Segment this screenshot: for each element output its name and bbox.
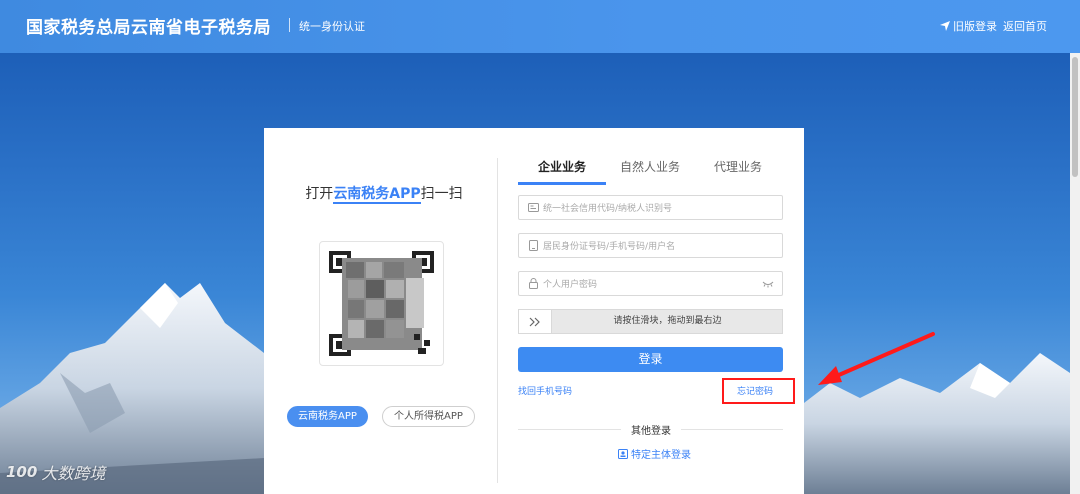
- page-scrollbar[interactable]: [1070, 53, 1080, 494]
- qr-code-image: [326, 248, 437, 359]
- old-login-link[interactable]: 旧版登录: [940, 18, 997, 34]
- site-title: 国家税务总局云南省电子税务局: [26, 18, 271, 38]
- site-subtitle: 统一身份认证: [299, 20, 365, 33]
- title-separator: [289, 18, 290, 32]
- retrieve-phone-link[interactable]: 找回手机号码: [518, 384, 572, 397]
- phone-icon: [529, 240, 538, 251]
- watermark: 100 大数跨境: [6, 460, 105, 484]
- tab-agent[interactable]: 代理业务: [694, 158, 782, 182]
- tab-individual[interactable]: 自然人业务: [606, 158, 694, 182]
- watermark-text: 大数跨境: [41, 464, 106, 483]
- double-chevron-right-icon: [529, 317, 540, 326]
- credit-code-placeholder: 统一社会信用代码/纳税人识别号: [543, 204, 673, 214]
- old-login-label: 旧版登录: [953, 20, 997, 33]
- password-placeholder: 个人用户密码: [543, 280, 598, 290]
- lock-icon: [529, 278, 538, 289]
- other-login-label: 其他登录: [621, 422, 681, 437]
- password-input[interactable]: 个人用户密码: [518, 271, 783, 296]
- personal-tax-app-button[interactable]: 个人所得税APP: [382, 406, 475, 427]
- send-icon: [940, 21, 950, 31]
- scan-title-app: 云南税务APP: [333, 186, 421, 204]
- id-badge-icon: [618, 448, 628, 459]
- slide-verification: 请按住滑块，拖动到最右边: [518, 309, 783, 334]
- login-tabs: 企业业务 自然人业务 代理业务: [518, 158, 783, 185]
- login-card: 打开云南税务APP扫一扫 云南税务APP 个人所得税APP 企业业务 自然人业务…: [264, 128, 804, 494]
- id-card-icon: [528, 203, 539, 212]
- tab-enterprise[interactable]: 企业业务: [518, 158, 606, 185]
- credit-code-input[interactable]: 统一社会信用代码/纳税人识别号: [518, 195, 783, 220]
- home-link[interactable]: 返回首页: [1003, 18, 1047, 34]
- special-entity-login-link[interactable]: 特定主体登录: [618, 446, 691, 461]
- annotation-highlight-box: [722, 378, 795, 404]
- scan-title: 打开云南税务APP扫一扫: [304, 183, 464, 204]
- scan-title-prefix: 打开: [305, 186, 334, 202]
- panel-divider: [497, 158, 498, 483]
- slider-hint: 请按住滑块，拖动到最右边: [613, 316, 722, 326]
- qr-code: [319, 241, 444, 366]
- eye-closed-icon[interactable]: [762, 279, 774, 288]
- top-header: 国家税务总局云南省电子税务局 统一身份认证 旧版登录 返回首页: [0, 0, 1080, 53]
- login-button[interactable]: 登录: [518, 347, 783, 372]
- scrollbar-thumb[interactable]: [1072, 57, 1078, 177]
- slider-handle[interactable]: [519, 310, 552, 333]
- watermark-logo: 100: [6, 463, 38, 481]
- yunnan-tax-app-button[interactable]: 云南税务APP: [287, 406, 368, 427]
- id-number-placeholder: 居民身份证号码/手机号码/用户名: [543, 242, 676, 252]
- special-login-label: 特定主体登录: [631, 450, 691, 461]
- scan-title-suffix: 扫一扫: [420, 186, 463, 202]
- id-number-input[interactable]: 居民身份证号码/手机号码/用户名: [518, 233, 783, 258]
